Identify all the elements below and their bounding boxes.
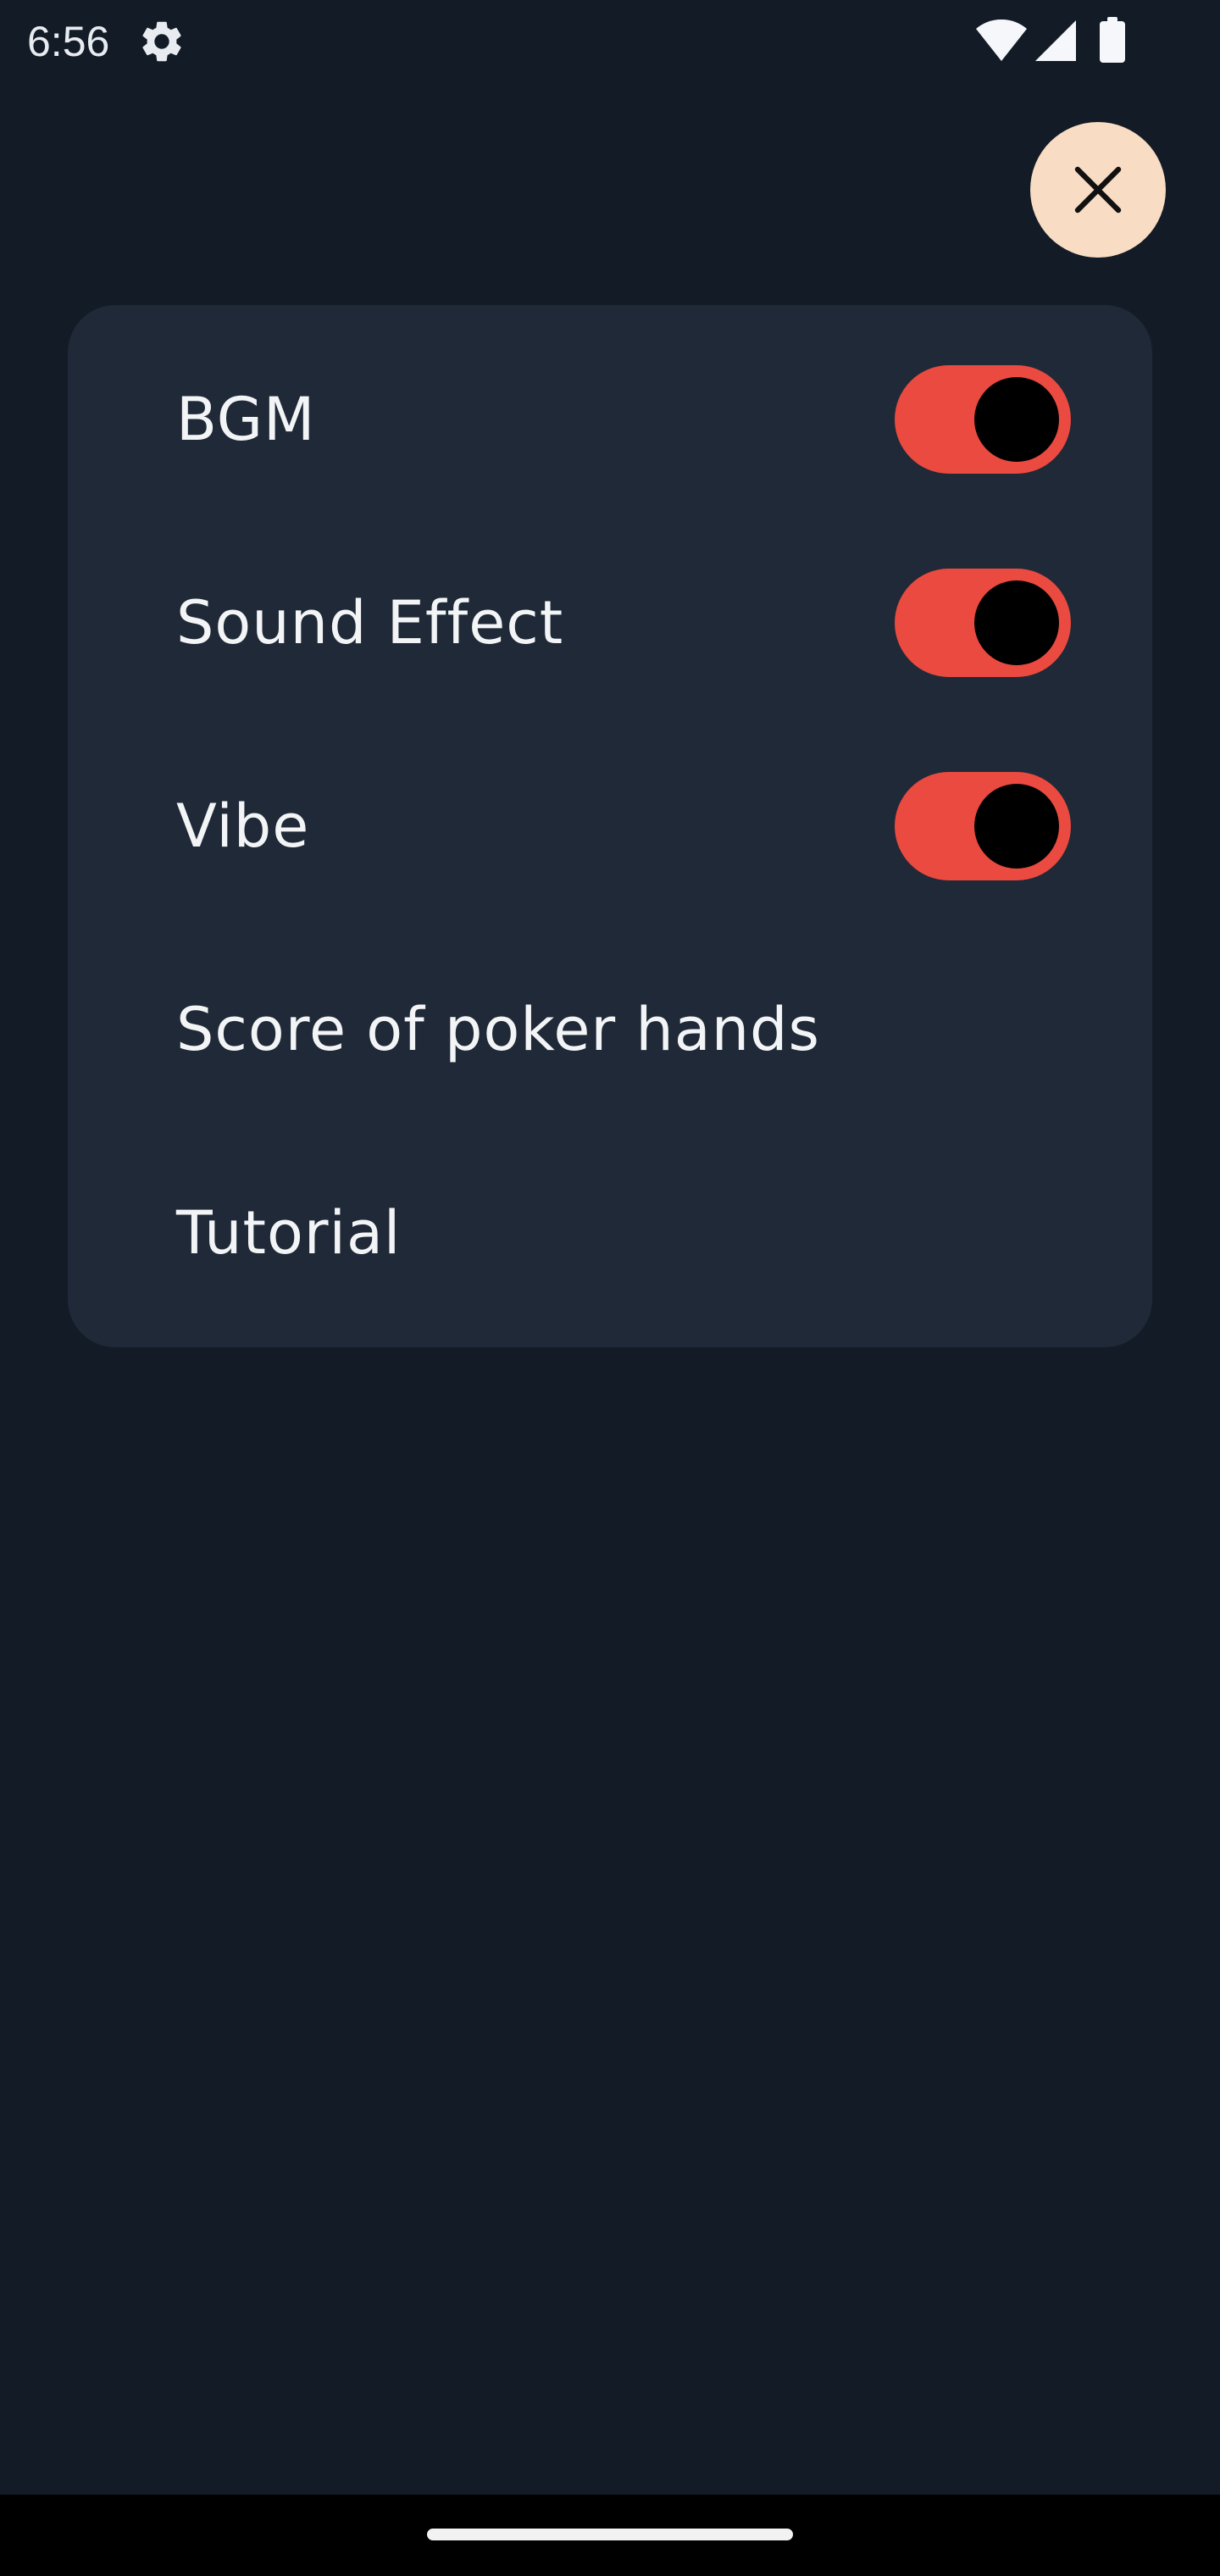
setting-label-vibe: Vibe [176,791,310,861]
navigation-bar [0,2495,1220,2576]
settings-screen: 6:56 BGM Sound Effect Vibe Score of poke… [0,0,1220,2576]
close-icon [1074,166,1122,214]
toggle-knob [974,580,1059,665]
toggle-knob [974,784,1059,869]
bgm-toggle[interactable] [895,365,1071,474]
gear-icon [142,21,181,62]
status-bar: 6:56 [0,0,1220,81]
close-button[interactable] [1030,122,1166,258]
battery-icon [1100,17,1125,63]
setting-row-vibe: Vibe [68,758,1152,894]
wifi-icon [976,19,1027,61]
settings-card: BGM Sound Effect Vibe Score of poker han… [68,305,1152,1347]
signal-icon [1035,20,1076,61]
toggle-knob [974,377,1059,462]
menu-item-tutorial[interactable]: Tutorial [68,1165,1152,1301]
menu-item-label: Score of poker hands [176,995,820,1064]
vibe-toggle[interactable] [895,772,1071,880]
menu-item-score-of-poker-hands[interactable]: Score of poker hands [68,962,1152,1097]
setting-label-bgm: BGM [176,385,316,454]
sound-effect-toggle[interactable] [895,569,1071,677]
menu-item-label: Tutorial [176,1198,402,1268]
setting-label-sound-effect: Sound Effect [176,588,564,658]
setting-row-bgm: BGM [68,352,1152,487]
status-time: 6:56 [27,18,110,65]
setting-row-sound-effect: Sound Effect [68,555,1152,691]
home-indicator[interactable] [427,2529,793,2540]
